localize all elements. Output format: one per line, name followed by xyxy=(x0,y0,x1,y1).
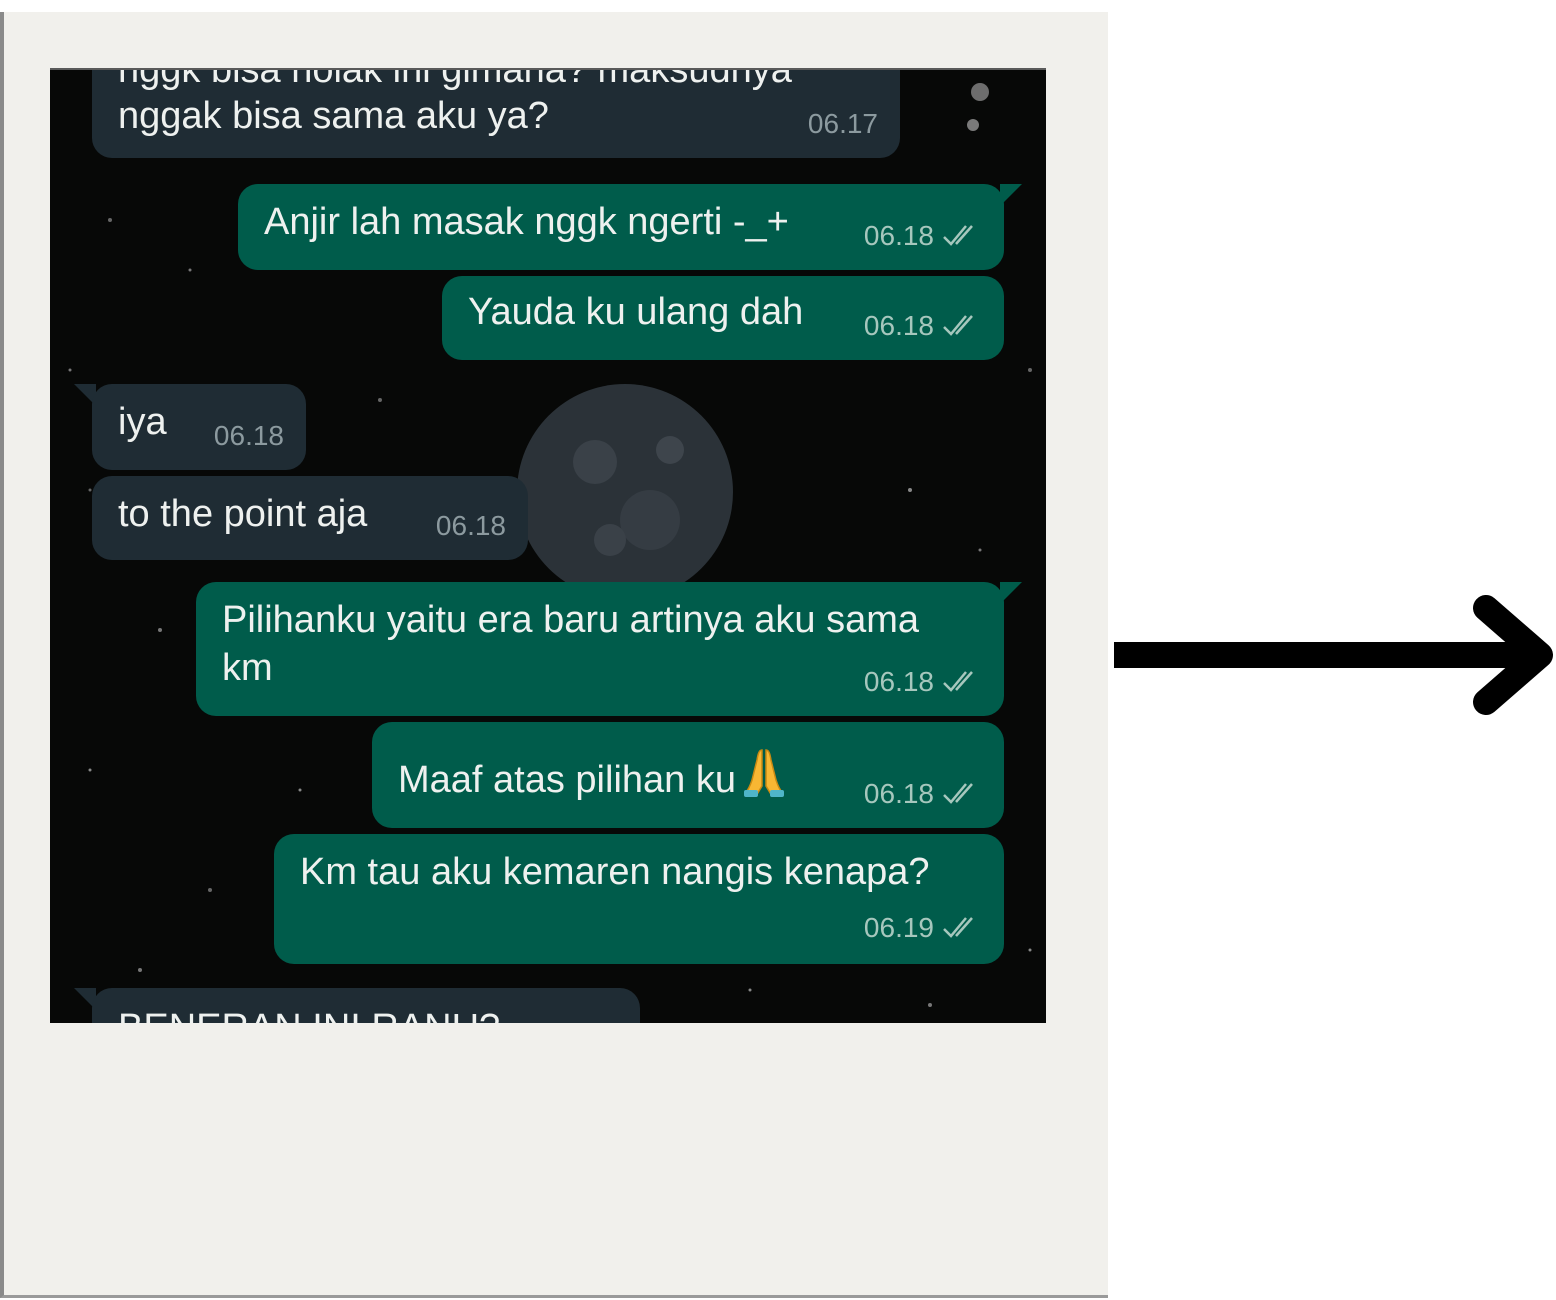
message-bubble-incoming[interactable]: nggk bisa nolak ini gimana? maksudnya ng… xyxy=(92,68,900,158)
message-meta: 06.18 xyxy=(864,658,982,706)
message-meta: 06.18 xyxy=(436,502,506,550)
message-text-line: Pilihanku yaitu era baru artinya aku sam… xyxy=(222,599,920,641)
message-time: 06.17 xyxy=(807,108,878,139)
message-time: 06.18 xyxy=(863,220,934,251)
message-meta: 06.18 xyxy=(864,302,982,350)
message-bubble-incoming[interactable]: BENERAN INI RANU? xyxy=(92,988,640,1023)
message-text: Maaf atas pilihan ku xyxy=(398,759,736,801)
message-time: 06.18 xyxy=(863,310,934,341)
double-check-icon xyxy=(943,917,973,938)
message-text: Yauda ku ulang dah xyxy=(468,291,804,333)
message-text-line: nggak bisa sama aku ya? xyxy=(118,95,549,137)
chat-screenshot: nggk bisa nolak ini gimana? maksudnya ng… xyxy=(50,68,1046,1023)
message-text: to the point aja xyxy=(118,493,368,535)
message-bubble-outgoing[interactable]: Maaf atas pilihan ku 06.18 xyxy=(372,722,1004,828)
message-meta: 06.17 xyxy=(808,100,878,148)
message-bubble-outgoing[interactable]: Anjir lah masak nggk ngerti -_+ 06.18 xyxy=(238,184,1004,270)
message-text-line: nggk bisa nolak ini gimana? maksudnya xyxy=(118,68,792,91)
message-meta: 06.18 xyxy=(214,412,284,460)
message-text: iya xyxy=(118,401,167,443)
double-check-icon xyxy=(943,783,973,804)
message-time: 06.19 xyxy=(863,912,934,943)
message-meta: 06.18 xyxy=(864,212,982,260)
message-text-line: km xyxy=(222,647,273,689)
message-time: 06.18 xyxy=(863,778,934,809)
message-meta: 06.19 xyxy=(864,904,982,952)
message-time: 06.18 xyxy=(863,666,934,697)
double-check-icon xyxy=(943,671,973,692)
moon xyxy=(517,384,733,600)
message-time: 06.18 xyxy=(435,510,506,541)
message-meta: 06.18 xyxy=(864,770,982,818)
message-time: 06.18 xyxy=(213,420,284,451)
message-text-wrap: Maaf atas pilihan ku xyxy=(398,746,786,804)
arrow-right-icon xyxy=(1114,595,1553,715)
message-bubble-incoming[interactable]: iya 06.18 xyxy=(92,384,306,470)
message-text: Anjir lah masak nggk ngerti -_+ xyxy=(264,201,789,243)
message-bubble-outgoing[interactable]: Pilihanku yaitu era baru artinya aku sam… xyxy=(196,582,1004,716)
message-text: Km tau aku kemaren nangis kenapa? xyxy=(300,851,930,893)
message-bubble-outgoing[interactable]: Km tau aku kemaren nangis kenapa? 06.19 xyxy=(274,834,1004,964)
message-text: BENERAN INI RANU? xyxy=(118,1004,500,1023)
double-check-icon xyxy=(943,225,973,246)
folded-hands-icon xyxy=(743,749,784,797)
double-check-icon xyxy=(943,315,973,336)
message-bubble-incoming[interactable]: to the point aja 06.18 xyxy=(92,476,528,560)
message-bubble-outgoing[interactable]: Yauda ku ulang dah 06.18 xyxy=(442,276,1004,360)
